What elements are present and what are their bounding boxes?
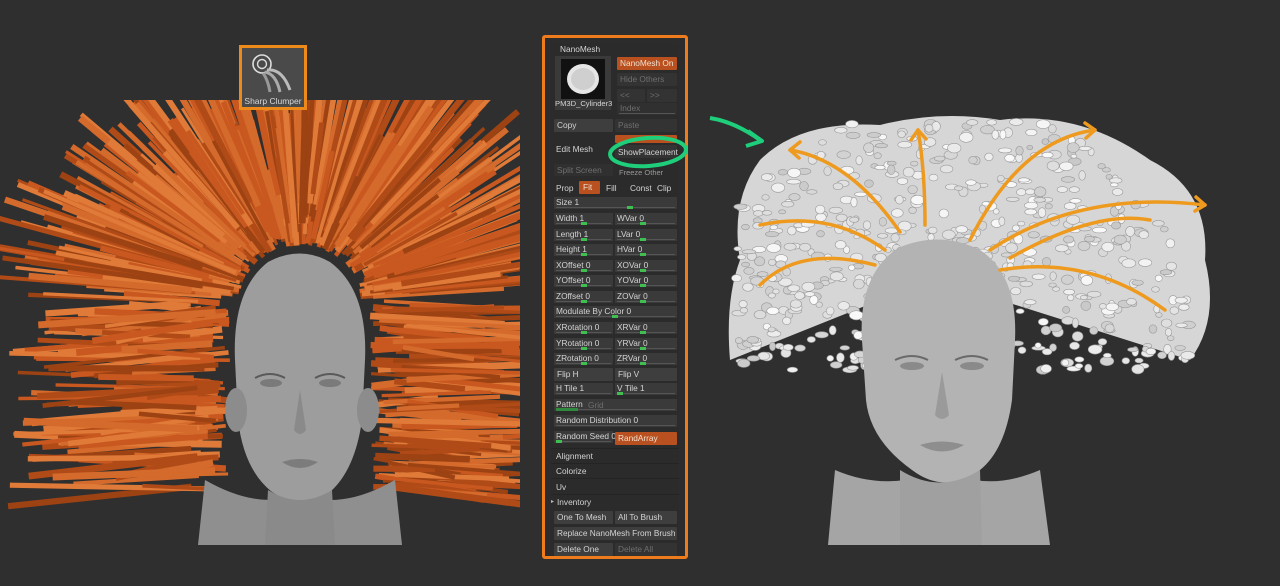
highlight-ellipse: [608, 135, 688, 169]
flip-h-button[interactable]: Flip H: [554, 368, 613, 381]
delete-one-button[interactable]: Delete One: [554, 543, 613, 556]
clumper-brush-icon: [252, 54, 292, 93]
height-slider[interactable]: Height 1: [554, 244, 613, 256]
lvar-slider[interactable]: LVar 0: [615, 229, 677, 241]
length-slider[interactable]: Length 1: [554, 229, 613, 241]
zrvar-slider[interactable]: ZRVar 0: [615, 353, 677, 365]
edit-mesh-label[interactable]: Edit Mesh: [556, 144, 593, 154]
xrotation-slider[interactable]: XRotation 0: [554, 322, 613, 334]
fit-button[interactable]: Fit: [579, 181, 600, 194]
zoffset-slider[interactable]: ZOffset 0: [554, 291, 613, 303]
yoffset-slider[interactable]: YOffset 0: [554, 275, 613, 287]
uv-section[interactable]: Uv: [556, 482, 566, 492]
mesh-preview-icon: [561, 59, 605, 99]
alignment-section[interactable]: Alignment: [556, 451, 593, 461]
pattern-slider[interactable]: Pattern Grid: [554, 399, 677, 411]
replace-nanomesh-button[interactable]: Replace NanoMesh From Brush: [554, 527, 677, 540]
hide-others-button[interactable]: Hide Others: [617, 73, 677, 86]
randarray-button[interactable]: RandArray: [615, 432, 677, 445]
xoffset-slider[interactable]: XOffset 0: [554, 260, 613, 272]
delete-all-button[interactable]: Delete All: [615, 543, 677, 556]
size-slider[interactable]: Size 1: [554, 197, 677, 209]
random-seed-slider[interactable]: Random Seed 0: [554, 431, 616, 443]
nanomesh-on-button[interactable]: NanoMesh On: [617, 57, 677, 70]
colorize-section[interactable]: Colorize: [556, 466, 586, 476]
zrotation-slider[interactable]: ZRotation 0: [554, 353, 613, 365]
yovar-slider[interactable]: YOVar 0: [615, 275, 677, 287]
one-to-mesh-button[interactable]: One To Mesh: [554, 511, 613, 524]
modulate-by-color-slider[interactable]: Modulate By Color 0: [554, 306, 677, 318]
fill-button[interactable]: Fill: [606, 183, 617, 193]
zovar-slider[interactable]: ZOVar 0: [615, 291, 677, 303]
clip-button[interactable]: Clip: [657, 183, 671, 193]
inventory-section[interactable]: Inventory: [557, 497, 591, 507]
wvar-slider[interactable]: WVar 0: [615, 213, 677, 225]
hvar-slider[interactable]: HVar 0: [615, 244, 677, 256]
xovar-slider[interactable]: XOVar 0: [615, 260, 677, 272]
v-tile-slider[interactable]: V Tile 1: [615, 383, 677, 395]
yrotation-slider[interactable]: YRotation 0: [554, 338, 613, 350]
inventory-expand-icon[interactable]: ▸: [551, 497, 554, 507]
flip-v-button[interactable]: Flip V: [615, 368, 677, 381]
all-to-brush-button[interactable]: All To Brush: [615, 511, 677, 524]
panel-title: NanoMesh: [560, 44, 601, 54]
h-tile-slider[interactable]: H Tile 1: [554, 383, 613, 395]
brush-label: Sharp Clumper: [244, 96, 302, 106]
xrvar-slider[interactable]: XRVar 0: [615, 322, 677, 334]
random-distribution-slider[interactable]: Random Distribution 0: [554, 415, 677, 427]
left-viewport[interactable]: [0, 100, 520, 550]
prop-label: Prop: [556, 183, 574, 193]
right-viewport[interactable]: [720, 110, 1240, 550]
width-slider[interactable]: Width 1: [554, 213, 613, 225]
yrvar-slider[interactable]: YRVar 0: [615, 338, 677, 350]
brush-thumbnail[interactable]: Sharp Clumper: [239, 45, 307, 110]
const-button[interactable]: Const: [630, 183, 652, 193]
